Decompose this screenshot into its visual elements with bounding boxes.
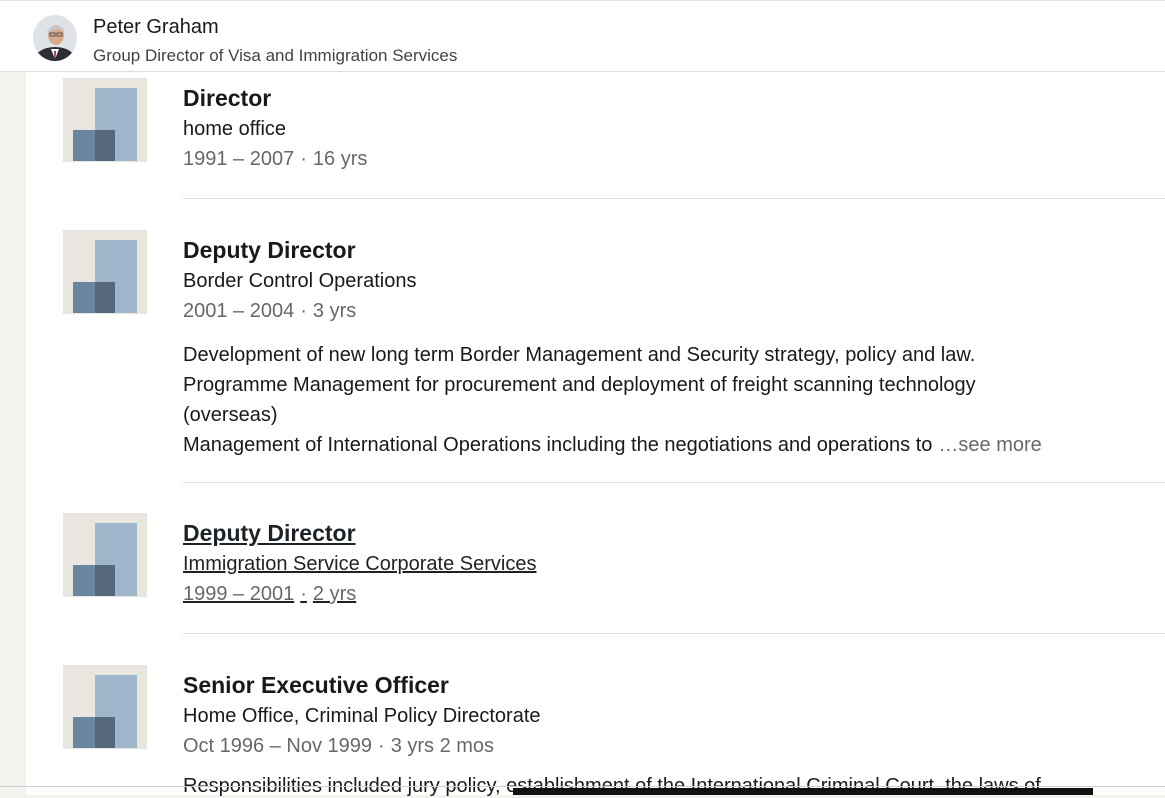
- separator-dot: ·: [300, 300, 307, 322]
- description-line-text: Management of International Operations i…: [183, 434, 933, 456]
- job-description: Development of new long term Border Mana…: [183, 340, 1113, 460]
- date-range: Oct 1996 – Nov 1999 · 3 yrs 2 mos: [183, 735, 494, 758]
- description-line: Programme Management for procurement and…: [183, 374, 976, 396]
- divider: [183, 198, 1165, 199]
- profile-headline: Group Director of Visa and Immigration S…: [93, 46, 458, 65]
- divider: [183, 633, 1165, 634]
- job-title-link[interactable]: Deputy Director: [183, 520, 356, 547]
- description-line: Development of new long term Border Mana…: [183, 344, 976, 366]
- duration-text: 16 yrs: [312, 148, 368, 170]
- company-logo-placeholder-icon[interactable]: [63, 230, 147, 314]
- job-title: Deputy Director: [183, 237, 356, 263]
- duration-text: 2 yrs: [312, 583, 357, 605]
- date-range: 2001 – 2004 · 3 yrs: [183, 300, 356, 323]
- company-name: Home Office, Criminal Policy Directorate: [183, 705, 541, 727]
- date-range-text: Oct 1996 – Nov 1999: [183, 735, 373, 757]
- separator-dot: ·: [300, 148, 307, 170]
- avatar[interactable]: [33, 15, 77, 61]
- description-line: Management of International Operations i…: [183, 430, 1113, 460]
- company-logo-placeholder-icon[interactable]: [63, 78, 147, 162]
- company-logo-placeholder-icon[interactable]: [63, 665, 147, 749]
- profile-sticky-header: Peter Graham Group Director of Visa and …: [0, 0, 1165, 72]
- date-range: 1991 – 2007 · 16 yrs: [183, 148, 367, 171]
- company-name-link[interactable]: Immigration Service Corporate Services: [183, 553, 536, 576]
- profile-name: Peter Graham: [93, 16, 219, 38]
- separator-dot: ·: [378, 735, 385, 757]
- see-more-button[interactable]: …see more: [938, 434, 1041, 456]
- date-range[interactable]: 1999 – 2001 · 2 yrs: [183, 583, 356, 606]
- duration-text: 3 yrs 2 mos: [390, 735, 495, 757]
- job-title: Senior Executive Officer: [183, 672, 449, 698]
- taskbar-fragment: [513, 788, 1093, 795]
- window-bottom-edge: [0, 786, 1165, 787]
- duration-text: 3 yrs: [312, 300, 357, 322]
- separator-dot: ·: [300, 583, 307, 605]
- job-title: Director: [183, 85, 272, 111]
- company-name: home office: [183, 118, 287, 140]
- divider: [183, 482, 1165, 483]
- date-range-text: 1991 – 2007: [183, 148, 295, 170]
- description-line: (overseas): [183, 404, 278, 426]
- company-name: Border Control Operations: [183, 270, 417, 292]
- company-logo-placeholder-icon[interactable]: [63, 513, 147, 597]
- date-range-text: 1999 – 2001: [183, 583, 295, 605]
- date-range-text: 2001 – 2004: [183, 300, 295, 322]
